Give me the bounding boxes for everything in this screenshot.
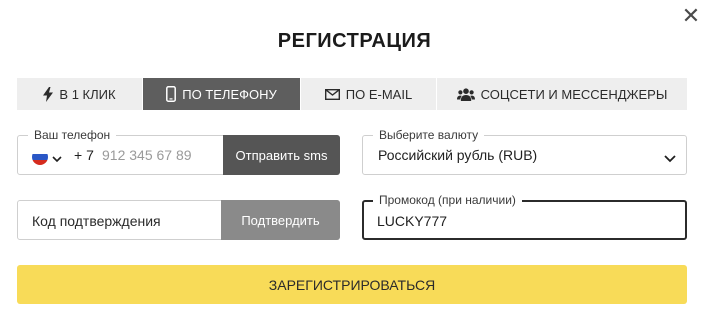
currency-value: Российский рубль (RUB) xyxy=(378,147,538,163)
promo-code-input[interactable] xyxy=(377,208,657,234)
registration-tabs: В 1 КЛИК ПО ТЕЛЕФОНУ ПО E-MAIL СОЦСЕТИ И… xyxy=(17,78,687,110)
currency-label: Выберите валюту xyxy=(373,128,485,142)
close-icon[interactable]: ✕ xyxy=(681,5,701,27)
confirm-button[interactable]: Подтвердить xyxy=(221,200,340,240)
promo-code-field: Промокод (при наличии) xyxy=(362,193,687,240)
phone-icon xyxy=(166,86,177,102)
tab-by-phone[interactable]: ПО ТЕЛЕФОНУ xyxy=(143,78,301,110)
tab-label: СОЦСЕТИ И МЕССЕНДЖЕРЫ xyxy=(480,86,668,102)
country-code: + 7 xyxy=(74,147,94,163)
chevron-down-icon xyxy=(664,150,676,168)
confirmation-code-input[interactable] xyxy=(32,208,212,234)
phone-field: Ваш телефон + 7 Отправить sms xyxy=(17,128,340,175)
users-icon xyxy=(456,87,475,101)
promo-code-label: Промокод (при наличии) xyxy=(373,193,522,207)
phone-input[interactable] xyxy=(102,142,222,168)
russia-flag-icon[interactable] xyxy=(32,149,48,165)
tab-social[interactable]: СОЦСЕТИ И МЕССЕНДЖЕРЫ xyxy=(437,78,687,110)
tab-label: ПО E-MAIL xyxy=(345,86,413,102)
dialog-title: РЕГИСТРАЦИЯ xyxy=(277,30,432,52)
tab-label: ПО ТЕЛЕФОНУ xyxy=(182,86,277,102)
currency-select[interactable]: Выберите валюту Российский рубль (RUB) xyxy=(362,128,687,175)
phone-field-label: Ваш телефон xyxy=(28,128,117,142)
tab-by-email[interactable]: ПО E-MAIL xyxy=(301,78,437,110)
chevron-down-icon[interactable] xyxy=(52,150,62,168)
tab-one-click[interactable]: В 1 КЛИК xyxy=(17,78,143,110)
confirmation-code-field: Подтвердить xyxy=(17,200,340,240)
envelope-icon xyxy=(324,88,340,100)
send-sms-button[interactable]: Отправить sms xyxy=(223,135,340,175)
lightning-icon xyxy=(43,86,54,102)
register-button[interactable]: ЗАРЕГИСТРИРОВАТЬСЯ xyxy=(17,265,687,304)
tab-label: В 1 КЛИК xyxy=(59,86,116,102)
